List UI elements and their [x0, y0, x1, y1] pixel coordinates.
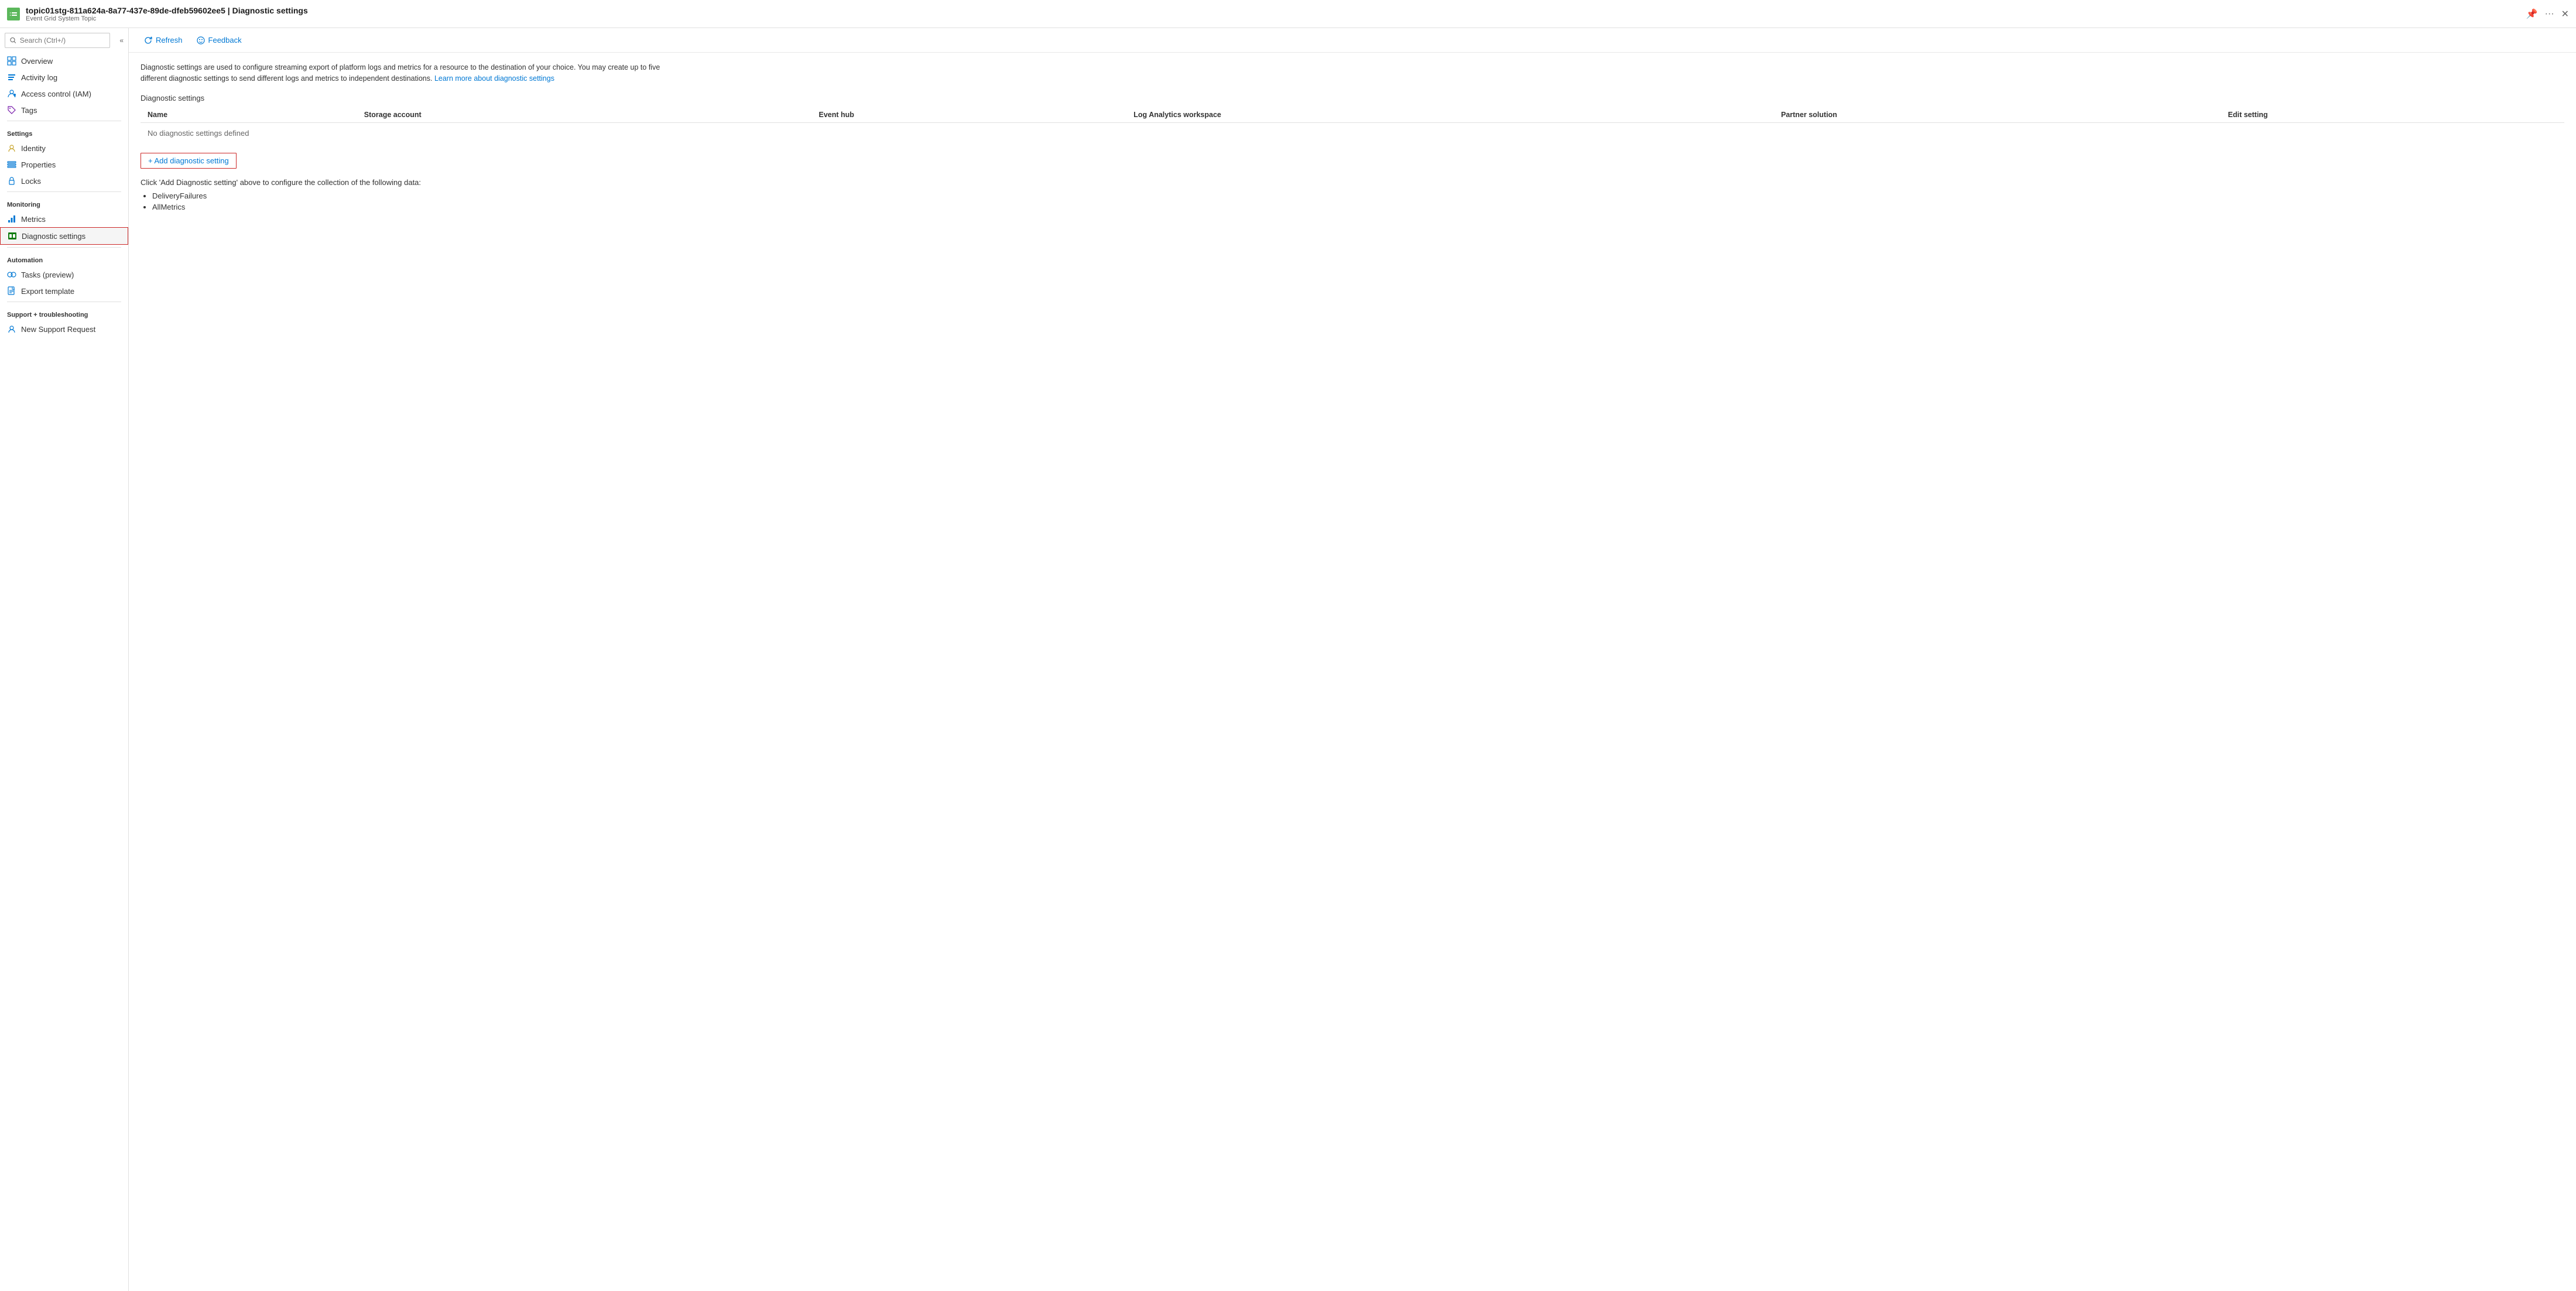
sidebar-item-tasks[interactable]: Tasks (preview) [0, 266, 128, 283]
activity-log-icon [7, 73, 16, 82]
sidebar-item-diagnostic-settings[interactable]: Diagnostic settings [0, 227, 128, 245]
sidebar-item-label: Properties [21, 160, 56, 169]
col-storage: Storage account [357, 107, 812, 123]
search-icon [10, 37, 16, 44]
metrics-icon [7, 214, 16, 224]
collapse-button[interactable]: « [115, 33, 128, 48]
identity-icon [7, 143, 16, 153]
refresh-label: Refresh [156, 36, 183, 44]
content-body: Diagnostic settings are used to configur… [129, 53, 2576, 223]
main-content: Refresh Feedback Diagnostic settings are… [129, 28, 2576, 1291]
sidebar-item-locks[interactable]: Locks [0, 173, 128, 189]
locks-icon [7, 176, 16, 186]
new-support-icon [7, 324, 16, 334]
main-layout: « Overview Activity log Access control (… [0, 28, 2576, 1291]
overview-icon [7, 56, 16, 66]
resource-type: Event Grid System Topic [26, 15, 2526, 22]
automation-divider [7, 247, 121, 248]
diagnostic-settings-section-title: Diagnostic settings [141, 94, 2564, 102]
automation-section-label: Automation [0, 250, 128, 266]
feedback-button[interactable]: Feedback [191, 33, 248, 47]
resource-icon [7, 8, 20, 20]
col-partner: Partner solution [1774, 107, 2221, 123]
learn-more-link[interactable]: Learn more about diagnostic settings [434, 74, 554, 83]
access-control-icon [7, 89, 16, 98]
sidebar-item-label: Activity log [21, 73, 57, 82]
page-heading: topic01stg-811a624a-8a77-437e-89de-dfeb5… [26, 6, 2526, 15]
title-bar-actions: 📌 ··· ✕ [2526, 8, 2569, 20]
feedback-label: Feedback [208, 36, 242, 44]
sidebar-item-label: Overview [21, 57, 53, 66]
export-template-icon [7, 286, 16, 296]
sidebar-item-label: Locks [21, 177, 41, 186]
pin-icon[interactable]: 📌 [2526, 8, 2538, 20]
resource-name: topic01stg-811a624a-8a77-437e-89de-dfeb5… [26, 6, 225, 15]
sidebar-item-label: Tags [21, 106, 37, 115]
collection-text: Click 'Add Diagnostic setting' above to … [141, 178, 2564, 187]
refresh-icon [144, 36, 152, 44]
sidebar-item-label: Diagnostic settings [22, 232, 85, 241]
page-title: Diagnostic settings [232, 6, 308, 15]
sidebar-item-label: Tasks (preview) [21, 270, 74, 279]
sidebar: « Overview Activity log Access control (… [0, 28, 129, 1291]
sidebar-item-activity-log[interactable]: Activity log [0, 69, 128, 85]
no-data-message: No diagnostic settings defined [141, 122, 2564, 143]
sidebar-item-label: Identity [21, 144, 46, 153]
data-items-list: DeliveryFailures AllMetrics [152, 191, 2564, 211]
sidebar-item-access-control[interactable]: Access control (IAM) [0, 85, 128, 102]
sidebar-item-label: New Support Request [21, 325, 95, 334]
col-edit: Edit setting [2221, 107, 2564, 123]
search-input[interactable] [20, 36, 105, 44]
description-text: Diagnostic settings are used to configur… [141, 62, 667, 84]
col-log-analytics: Log Analytics workspace [1126, 107, 1774, 123]
properties-icon [7, 160, 16, 169]
settings-section-label: Settings [0, 124, 128, 140]
sidebar-item-label: Metrics [21, 215, 46, 224]
support-section-label: Support + troubleshooting [0, 304, 128, 321]
col-eventhub: Event hub [812, 107, 1127, 123]
sidebar-item-properties[interactable]: Properties [0, 156, 128, 173]
sidebar-item-overview[interactable]: Overview [0, 53, 128, 69]
add-setting-label: + Add diagnostic setting [148, 156, 229, 165]
title-separator: | [228, 6, 232, 15]
add-diagnostic-setting-button[interactable]: + Add diagnostic setting [141, 153, 237, 169]
title-bar: topic01stg-811a624a-8a77-437e-89de-dfeb5… [0, 0, 2576, 28]
sidebar-item-identity[interactable]: Identity [0, 140, 128, 156]
monitoring-divider [7, 191, 121, 192]
close-icon[interactable]: ✕ [2561, 8, 2569, 20]
sidebar-item-label: Access control (IAM) [21, 90, 91, 98]
refresh-button[interactable]: Refresh [138, 33, 189, 47]
sidebar-item-export-template[interactable]: Export template [0, 283, 128, 299]
search-box[interactable] [5, 33, 110, 48]
sidebar-item-metrics[interactable]: Metrics [0, 211, 128, 227]
diagnostic-settings-icon [8, 231, 17, 241]
tags-icon [7, 105, 16, 115]
list-item-all-metrics: AllMetrics [152, 203, 2564, 211]
diagnostic-settings-table: Name Storage account Event hub Log Analy… [141, 107, 2564, 143]
sidebar-item-new-support[interactable]: New Support Request [0, 321, 128, 337]
feedback-icon [197, 36, 205, 44]
sidebar-item-label: Export template [21, 287, 74, 296]
title-text: topic01stg-811a624a-8a77-437e-89de-dfeb5… [26, 6, 2526, 22]
tasks-icon [7, 270, 16, 279]
more-icon[interactable]: ··· [2545, 9, 2554, 19]
monitoring-section-label: Monitoring [0, 194, 128, 211]
toolbar: Refresh Feedback [129, 28, 2576, 53]
table-no-data-row: No diagnostic settings defined [141, 122, 2564, 143]
col-name: Name [141, 107, 357, 123]
sidebar-item-tags[interactable]: Tags [0, 102, 128, 118]
list-item-delivery-failures: DeliveryFailures [152, 191, 2564, 200]
